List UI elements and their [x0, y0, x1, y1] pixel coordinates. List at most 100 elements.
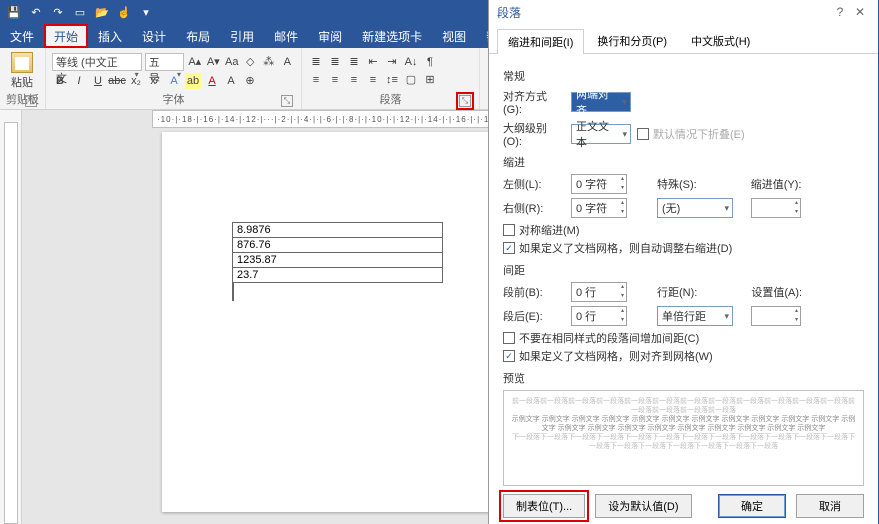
highlight-icon[interactable]: ab	[185, 73, 201, 89]
label-indent-by: 缩进值(Y):	[751, 176, 802, 192]
at-value-spinner[interactable]	[751, 306, 801, 326]
right-indent-spinner[interactable]: 0 字符	[571, 198, 627, 218]
table-row[interactable]: 876.76	[233, 238, 443, 253]
ok-button[interactable]: 确定	[718, 494, 786, 518]
font-launcher-icon[interactable]: ⤡	[281, 95, 293, 107]
dialog-buttons: 制表位(T)... 设为默认值(D) 确定 取消	[489, 494, 878, 518]
space-after-spinner[interactable]: 0 行	[571, 306, 627, 326]
section-indent: 缩进	[503, 154, 864, 170]
numbering-icon[interactable]: ≣	[327, 54, 343, 70]
sort-icon[interactable]: A↓	[403, 54, 419, 70]
strike-button[interactable]: abc	[109, 73, 125, 89]
undo-icon[interactable]: ↶	[28, 4, 44, 20]
table-row[interactable]: 23.7	[233, 268, 443, 283]
dialog-help-icon[interactable]: ?	[830, 5, 850, 19]
save-icon[interactable]: 💾	[6, 4, 22, 20]
align-right-icon[interactable]: ≡	[346, 72, 362, 88]
change-case-icon[interactable]: Aa	[224, 54, 240, 70]
align-center-icon[interactable]: ≡	[327, 72, 343, 88]
label-after: 段后(E):	[503, 308, 565, 324]
indent-by-spinner[interactable]	[751, 198, 801, 218]
tab-home[interactable]: 开始	[44, 24, 88, 48]
dialog-title: 段落	[497, 4, 521, 21]
justify-icon[interactable]: ≡	[365, 72, 381, 88]
dialog-tabs: 缩进和间距(I) 换行和分页(P) 中文版式(H)	[489, 24, 878, 54]
tab-insert[interactable]: 插入	[88, 24, 132, 48]
font-color-icon[interactable]: A	[204, 73, 220, 89]
show-marks-icon[interactable]: ¶	[422, 54, 438, 70]
align-left-icon[interactable]: ≡	[308, 72, 324, 88]
tab-mailings[interactable]: 邮件	[264, 24, 308, 48]
increase-indent-icon[interactable]: ⇥	[384, 54, 400, 70]
tab-review[interactable]: 审阅	[308, 24, 352, 48]
data-table[interactable]: 8.9876 876.76 1235.87 23.7	[232, 222, 443, 301]
font-name-select[interactable]: 等线 (中文正文	[52, 53, 142, 71]
new-icon[interactable]: ▭	[72, 4, 88, 20]
line-spacing-icon[interactable]: ↕≡	[384, 72, 400, 88]
share-button[interactable]: ☁ 共	[846, 28, 873, 45]
borders-icon[interactable]: ⊞	[422, 72, 438, 88]
tabs-button[interactable]: 制表位(T)...	[503, 494, 585, 518]
set-default-button[interactable]: 设为默认值(D)	[595, 494, 691, 518]
table-row[interactable]: 8.9876	[233, 222, 443, 238]
close-icon[interactable]: ✕	[850, 5, 870, 19]
open-icon[interactable]: 📂	[94, 4, 110, 20]
italic-button[interactable]: I	[71, 73, 87, 89]
snap-grid-checkbox[interactable]: ✓ 如果定义了文档网格，则对齐到网格(W)	[503, 348, 864, 364]
char-border-icon[interactable]: A	[280, 54, 296, 70]
cancel-button[interactable]: 取消	[796, 494, 864, 518]
clipboard-launcher-icon[interactable]: ⤡	[25, 95, 37, 107]
vertical-ruler[interactable]	[0, 110, 22, 524]
qat-dropdown-icon[interactable]: ▾	[138, 4, 154, 20]
shading-icon[interactable]: ▢	[403, 72, 419, 88]
group-font: 等线 (中文正文 五号 A▴ A▾ Aa ◇ ⁂ A B I U abc x₂ …	[46, 48, 302, 109]
multilevel-icon[interactable]: ≣	[346, 54, 362, 70]
checkbox-icon: ✓	[503, 242, 515, 254]
table-row[interactable]: 1235.87	[233, 253, 443, 268]
grow-font-icon[interactable]: A▴	[187, 54, 203, 70]
clear-format-icon[interactable]: ◇	[243, 54, 259, 70]
group-label-clipboard: 剪贴板 ⤡	[6, 91, 39, 109]
bullets-icon[interactable]: ≣	[308, 54, 324, 70]
label-line-spacing: 行距(N):	[657, 284, 697, 300]
shrink-font-icon[interactable]: A▾	[206, 54, 222, 70]
decrease-indent-icon[interactable]: ⇤	[365, 54, 381, 70]
tab-line-page[interactable]: 换行和分页(P)	[586, 28, 678, 53]
paragraph-dialog: 段落 ? ✕ 缩进和间距(I) 换行和分页(P) 中文版式(H) 常规 对齐方式…	[488, 0, 878, 524]
alignment-select[interactable]: 两端对齐	[571, 92, 631, 112]
tab-layout[interactable]: 布局	[176, 24, 220, 48]
page[interactable]: 8.9876 876.76 1235.87 23.7	[162, 132, 497, 512]
paste-button[interactable]: 粘贴	[6, 52, 38, 90]
collapse-checkbox[interactable]: 默认情况下折叠(E)	[637, 126, 745, 142]
outline-select[interactable]: 正文文本	[571, 124, 631, 144]
no-same-style-checkbox[interactable]: 不要在相同样式的段落间增加间距(C)	[503, 330, 864, 346]
tab-custom[interactable]: 新建选项卡	[352, 24, 432, 48]
tab-design[interactable]: 设计	[132, 24, 176, 48]
special-indent-select[interactable]: (无)	[657, 198, 733, 218]
char-shading-icon[interactable]: A	[223, 73, 239, 89]
label-at: 设置值(A):	[751, 284, 802, 300]
paragraph-launcher-icon[interactable]: ⤡	[459, 95, 471, 107]
tab-file[interactable]: 文件	[0, 24, 44, 48]
table-tail	[233, 283, 234, 301]
dialog-titlebar[interactable]: 段落 ? ✕	[489, 0, 878, 24]
group-paragraph: ≣ ≣ ≣ ⇤ ⇥ A↓ ¶ ≡ ≡ ≡ ≡ ↕≡ ▢ ⊞ 段落 ⤡	[302, 48, 480, 109]
label-alignment: 对齐方式(G):	[503, 88, 565, 116]
mirror-indent-checkbox[interactable]: 对称缩进(M)	[503, 222, 864, 238]
line-spacing-select[interactable]: 单倍行距	[657, 306, 733, 326]
tab-view[interactable]: 视图	[432, 24, 476, 48]
phonetic-icon[interactable]: ⁂	[261, 54, 277, 70]
space-before-spinner[interactable]: 0 行	[571, 282, 627, 302]
font-size-select[interactable]: 五号	[145, 53, 184, 71]
underline-button[interactable]: U	[90, 73, 106, 89]
group-clipboard: 粘贴 剪贴板 ⤡	[0, 48, 46, 109]
redo-icon[interactable]: ↷	[50, 4, 66, 20]
quick-access-toolbar: 💾 ↶ ↷ ▭ 📂 ☝ ▾	[0, 4, 160, 20]
grid-indent-checkbox[interactable]: ✓ 如果定义了文档网格，则自动调整右缩进(D)	[503, 240, 864, 256]
tab-references[interactable]: 引用	[220, 24, 264, 48]
enclose-char-icon[interactable]: ⊕	[242, 73, 258, 89]
tab-asian[interactable]: 中文版式(H)	[680, 28, 761, 53]
touch-icon[interactable]: ☝	[116, 4, 132, 20]
left-indent-spinner[interactable]: 0 字符	[571, 174, 627, 194]
tab-indent-spacing[interactable]: 缩进和间距(I)	[497, 29, 584, 54]
